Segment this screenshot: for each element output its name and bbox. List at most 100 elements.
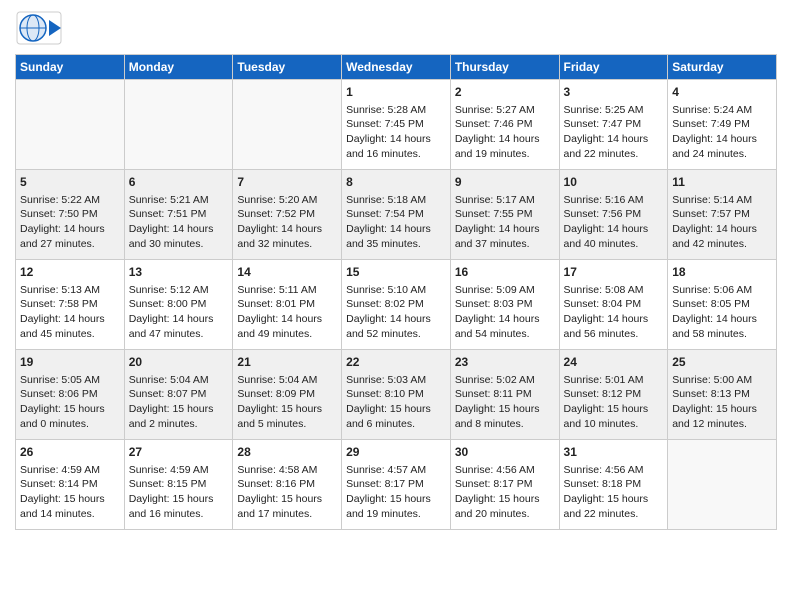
cell-info-line: Daylight: 15 hours [564,492,664,507]
cell-info-line: Sunset: 7:50 PM [20,207,120,222]
cell-info-line: Sunrise: 5:16 AM [564,193,664,208]
weekday-header: Sunday [16,55,125,80]
cell-info-line: Sunrise: 4:58 AM [237,463,337,478]
cell-info-line: Sunset: 7:45 PM [346,117,446,132]
day-number: 30 [455,444,555,461]
cell-info-line: Sunrise: 5:20 AM [237,193,337,208]
cell-info-line: Daylight: 15 hours [346,402,446,417]
calendar-cell: 13Sunrise: 5:12 AMSunset: 8:00 PMDayligh… [124,260,233,350]
cell-info-line: Daylight: 14 hours [346,222,446,237]
cell-info-line: Sunset: 8:02 PM [346,297,446,312]
cell-info-line: Sunset: 8:17 PM [455,477,555,492]
cell-info-line: and 14 minutes. [20,507,120,522]
day-number: 9 [455,174,555,191]
logo [15,10,69,46]
cell-info-line: Daylight: 14 hours [20,222,120,237]
cell-info-line: Daylight: 15 hours [455,402,555,417]
cell-info-line: Daylight: 14 hours [129,222,229,237]
calendar-cell: 15Sunrise: 5:10 AMSunset: 8:02 PMDayligh… [342,260,451,350]
cell-info-line: and 32 minutes. [237,237,337,252]
calendar-cell: 11Sunrise: 5:14 AMSunset: 7:57 PMDayligh… [668,170,777,260]
cell-info-line: and 35 minutes. [346,237,446,252]
calendar-cell: 26Sunrise: 4:59 AMSunset: 8:14 PMDayligh… [16,440,125,530]
cell-info-line: Sunrise: 4:59 AM [129,463,229,478]
calendar-cell: 17Sunrise: 5:08 AMSunset: 8:04 PMDayligh… [559,260,668,350]
cell-info-line: Sunrise: 5:14 AM [672,193,772,208]
day-number: 4 [672,84,772,101]
weekday-header: Wednesday [342,55,451,80]
cell-info-line: and 22 minutes. [564,147,664,162]
cell-info-line: and 2 minutes. [129,417,229,432]
weekday-header: Monday [124,55,233,80]
cell-info-line: Daylight: 15 hours [20,492,120,507]
day-number: 28 [237,444,337,461]
calendar-cell: 14Sunrise: 5:11 AMSunset: 8:01 PMDayligh… [233,260,342,350]
cell-info-line: Sunrise: 5:25 AM [564,103,664,118]
cell-info-line: Sunrise: 4:56 AM [455,463,555,478]
calendar-cell: 4 Sunrise: 5:24 AMSunset: 7:49 PMDaylight… [668,80,777,170]
cell-info-line: and 45 minutes. [20,327,120,342]
cell-info-line: Daylight: 14 hours [672,312,772,327]
weekday-header: Saturday [668,55,777,80]
cell-info-line: Daylight: 14 hours [455,312,555,327]
cell-info-line: Sunset: 7:56 PM [564,207,664,222]
cell-info-line: Daylight: 14 hours [564,132,664,147]
cell-info-line: and 30 minutes. [129,237,229,252]
calendar-cell: 1Sunrise: 5:28 AMSunset: 7:45 PMDaylight… [342,80,451,170]
cell-info-line: Sunrise: 5:13 AM [20,283,120,298]
cell-info-line: Daylight: 15 hours [455,492,555,507]
cell-info-line: Daylight: 15 hours [129,492,229,507]
cell-info-line: and 16 minutes. [346,147,446,162]
cell-info-line: Sunset: 7:55 PM [455,207,555,222]
calendar-cell: 12Sunrise: 5:13 AMSunset: 7:58 PMDayligh… [16,260,125,350]
cell-info-line: and 19 minutes. [346,507,446,522]
day-number: 18 [672,264,772,281]
cell-info-line: Sunrise: 5:02 AM [455,373,555,388]
cell-info-line: Daylight: 14 hours [237,222,337,237]
calendar-cell: 30 Sunrise: 4:56 AMSunset: 8:17 PMDayligh… [450,440,559,530]
calendar-cell [668,440,777,530]
cell-info-line: Sunrise: 4:59 AM [20,463,120,478]
day-number: 6 [129,174,229,191]
cell-info-line: Sunset: 8:07 PM [129,387,229,402]
calendar-cell: 24Sunrise: 5:01 AMSunset: 8:12 PMDayligh… [559,350,668,440]
cell-info-line: Sunrise: 4:56 AM [564,463,664,478]
calendar-week-row: 26Sunrise: 4:59 AMSunset: 8:14 PMDayligh… [16,440,777,530]
cell-info-line: and 20 minutes. [455,507,555,522]
calendar-table: SundayMondayTuesdayWednesdayThursdayFrid… [15,54,777,530]
cell-info-line: and 17 minutes. [237,507,337,522]
calendar-cell: 19Sunrise: 5:05 AMSunset: 8:06 PMDayligh… [16,350,125,440]
day-number: 5 [20,174,120,191]
day-number: 7 [237,174,337,191]
cell-info-line: and 40 minutes. [564,237,664,252]
cell-info-line: Sunset: 7:49 PM [672,117,772,132]
cell-info-line: Daylight: 14 hours [129,312,229,327]
cell-info-line: Sunset: 7:57 PM [672,207,772,222]
day-number: 11 [672,174,772,191]
day-number: 20 [129,354,229,371]
cell-info-line: Sunrise: 5:11 AM [237,283,337,298]
calendar-cell: 31Sunrise: 4:56 AMSunset: 8:18 PMDayligh… [559,440,668,530]
cell-info-line: and 47 minutes. [129,327,229,342]
cell-info-line: Daylight: 15 hours [672,402,772,417]
calendar-week-row: 19Sunrise: 5:05 AMSunset: 8:06 PMDayligh… [16,350,777,440]
cell-info-line: Daylight: 14 hours [237,312,337,327]
day-number: 1 [346,84,446,101]
calendar-cell: 25Sunrise: 5:00 AMSunset: 8:13 PMDayligh… [668,350,777,440]
cell-info-line: Daylight: 14 hours [672,132,772,147]
cell-info-line: and 49 minutes. [237,327,337,342]
calendar-cell: 16Sunrise: 5:09 AMSunset: 8:03 PMDayligh… [450,260,559,350]
calendar-week-row: 1Sunrise: 5:28 AMSunset: 7:45 PMDaylight… [16,80,777,170]
day-number: 17 [564,264,664,281]
cell-info-line: Sunrise: 5:01 AM [564,373,664,388]
cell-info-line: Sunset: 8:09 PM [237,387,337,402]
cell-info-line: Sunset: 8:05 PM [672,297,772,312]
calendar-cell: 21Sunrise: 5:04 AMSunset: 8:09 PMDayligh… [233,350,342,440]
cell-info-line: Sunset: 8:10 PM [346,387,446,402]
cell-info-line: Sunrise: 5:24 AM [672,103,772,118]
cell-info-line: Sunset: 8:16 PM [237,477,337,492]
cell-info-line: and 58 minutes. [672,327,772,342]
cell-info-line: Daylight: 14 hours [455,222,555,237]
cell-info-line: and 10 minutes. [564,417,664,432]
cell-info-line: Sunrise: 5:06 AM [672,283,772,298]
